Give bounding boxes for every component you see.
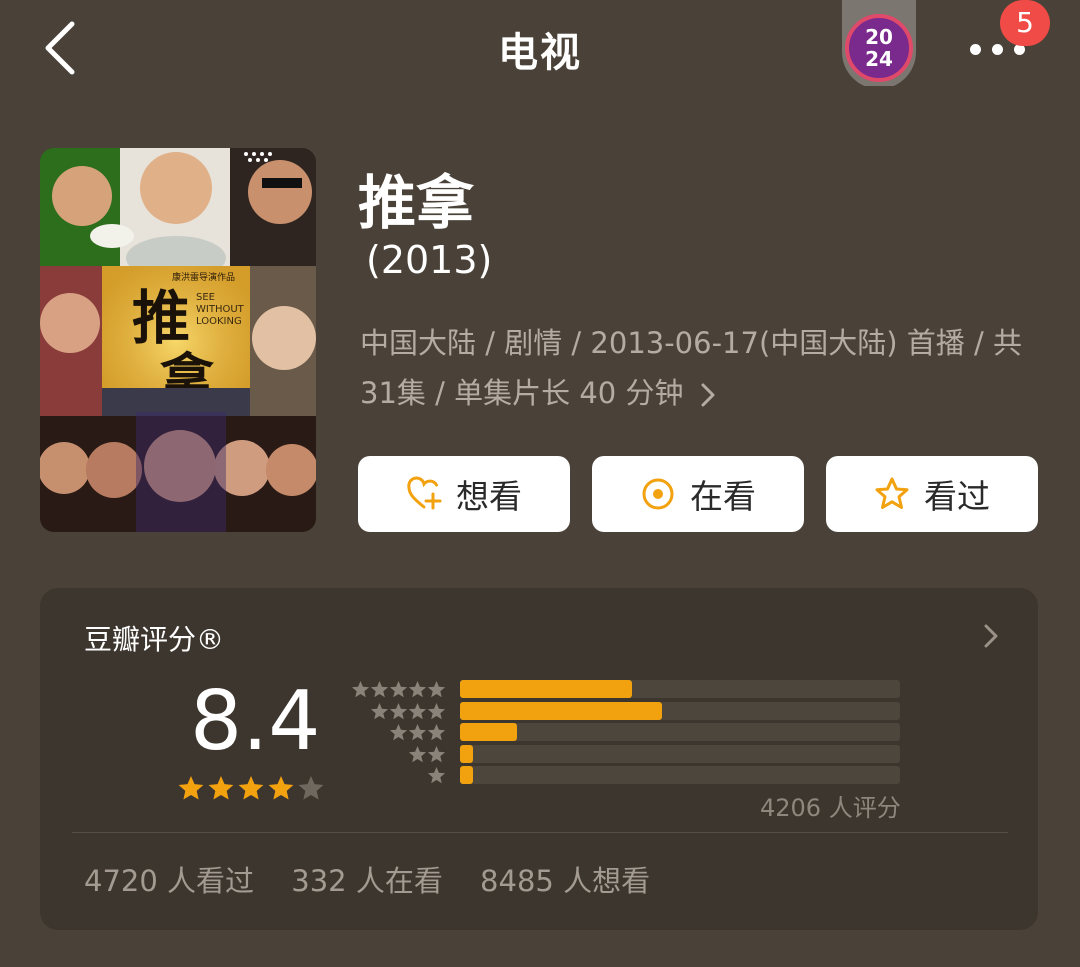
subject-year: (2013) <box>366 238 493 282</box>
subject-meta[interactable]: 中国大陆 / 剧情 / 2013-06-17(中国大陆) 首播 / 共 31集 … <box>360 318 1040 418</box>
star-filled-icon <box>268 776 294 800</box>
distribution-bar-fill <box>460 680 632 698</box>
watched-count[interactable]: 4720 人看过 <box>84 864 254 898</box>
star-small-icon <box>427 767 446 784</box>
star-small-icon <box>427 702 446 719</box>
star-small-icon <box>408 745 427 762</box>
distribution-bar-fill <box>460 723 518 741</box>
star-small-icon <box>427 681 446 698</box>
rating-card-title: 豆瓣评分® <box>84 623 225 656</box>
distribution-bar-track <box>460 680 900 698</box>
watching-label: 在看 <box>690 477 756 516</box>
meta-line-1: 中国大陆 / 剧情 / 2013-06-17(中国大陆) 首播 / 共 <box>360 326 1023 360</box>
target-circle-icon <box>642 478 674 510</box>
poster-image[interactable]: 推 拿 SEE WITHOUT LOOKING 康洪雷导演作品 <box>40 148 316 532</box>
want-to-watch-label: 想看 <box>456 477 522 516</box>
poster-english-1: SEE <box>196 292 215 303</box>
poster-director: 康洪雷导演作品 <box>172 271 235 283</box>
star-filled-icon <box>208 776 234 800</box>
star-small-icon <box>389 724 408 741</box>
divider <box>72 832 1008 833</box>
star-small-icon <box>427 745 446 762</box>
star-small-icon <box>427 724 446 741</box>
poster-english-2: WITHOUT <box>196 304 245 315</box>
rating-card[interactable]: 豆瓣评分® 8.4 4206 人评分 4720 人看过 332 人在看 8485… <box>40 588 1038 930</box>
distribution-bar-track <box>460 701 900 720</box>
poster-english-3: LOOKING <box>196 316 242 327</box>
heart-plus-icon <box>407 476 442 510</box>
star-outline-icon <box>875 477 909 509</box>
distribution-bar-fill <box>460 744 474 763</box>
distribution-stars-1 <box>427 767 446 784</box>
star-small-icon <box>408 681 427 698</box>
distribution-bar-fill <box>460 766 474 784</box>
notification-badge: 5 <box>1000 0 1050 46</box>
star-small-icon <box>370 702 389 719</box>
star-empty-icon <box>298 776 324 800</box>
watched-label: 看过 <box>924 477 990 516</box>
want-to-watch-button[interactable]: 想看 <box>358 456 570 532</box>
distribution-bar-track <box>460 744 900 763</box>
year-2024-badge[interactable]: 20 24 <box>840 0 918 89</box>
watching-button[interactable]: 在看 <box>592 456 804 532</box>
distribution-stars-4 <box>370 702 446 719</box>
want-count[interactable]: 8485 人想看 <box>480 864 650 898</box>
chevron-right-icon <box>984 624 998 648</box>
distribution-bar-track <box>460 723 900 741</box>
chevron-right-icon <box>701 383 715 407</box>
subject-title: 推拿 <box>358 169 475 237</box>
distribution-stars-5 <box>351 681 446 698</box>
star-small-icon <box>370 681 389 698</box>
watch-stats: 4720 人看过 332 人在看 8485 人想看 <box>84 858 678 900</box>
distribution-bar-fill <box>460 701 663 720</box>
rating-score: 8.4 <box>190 674 321 769</box>
rating-stars <box>178 776 324 800</box>
star-small-icon <box>408 724 427 741</box>
year-badge-bottom: 24 <box>865 47 893 71</box>
star-small-icon <box>389 702 408 719</box>
star-small-icon <box>389 681 408 698</box>
star-filled-icon <box>178 776 204 800</box>
page-title: 电视 <box>498 30 582 76</box>
rating-count: 4206 人评分 <box>760 794 901 822</box>
watched-button[interactable]: 看过 <box>826 456 1038 532</box>
poster-title-char-1: 推 <box>132 284 190 352</box>
top-nav-bar: 电视 20 24 5 <box>0 0 1080 100</box>
distribution-stars-3 <box>389 724 446 741</box>
watching-count[interactable]: 332 人在看 <box>291 864 443 898</box>
star-small-icon <box>408 702 427 719</box>
year-badge-top: 20 <box>865 25 893 49</box>
star-filled-icon <box>238 776 264 800</box>
year-badge-icon: 20 24 <box>842 0 916 89</box>
star-small-icon <box>351 681 370 698</box>
meta-line-2: 31集 / 单集片长 40 分钟 <box>360 376 684 410</box>
distribution-bar-track <box>460 766 900 784</box>
distribution-stars-2 <box>408 745 446 762</box>
